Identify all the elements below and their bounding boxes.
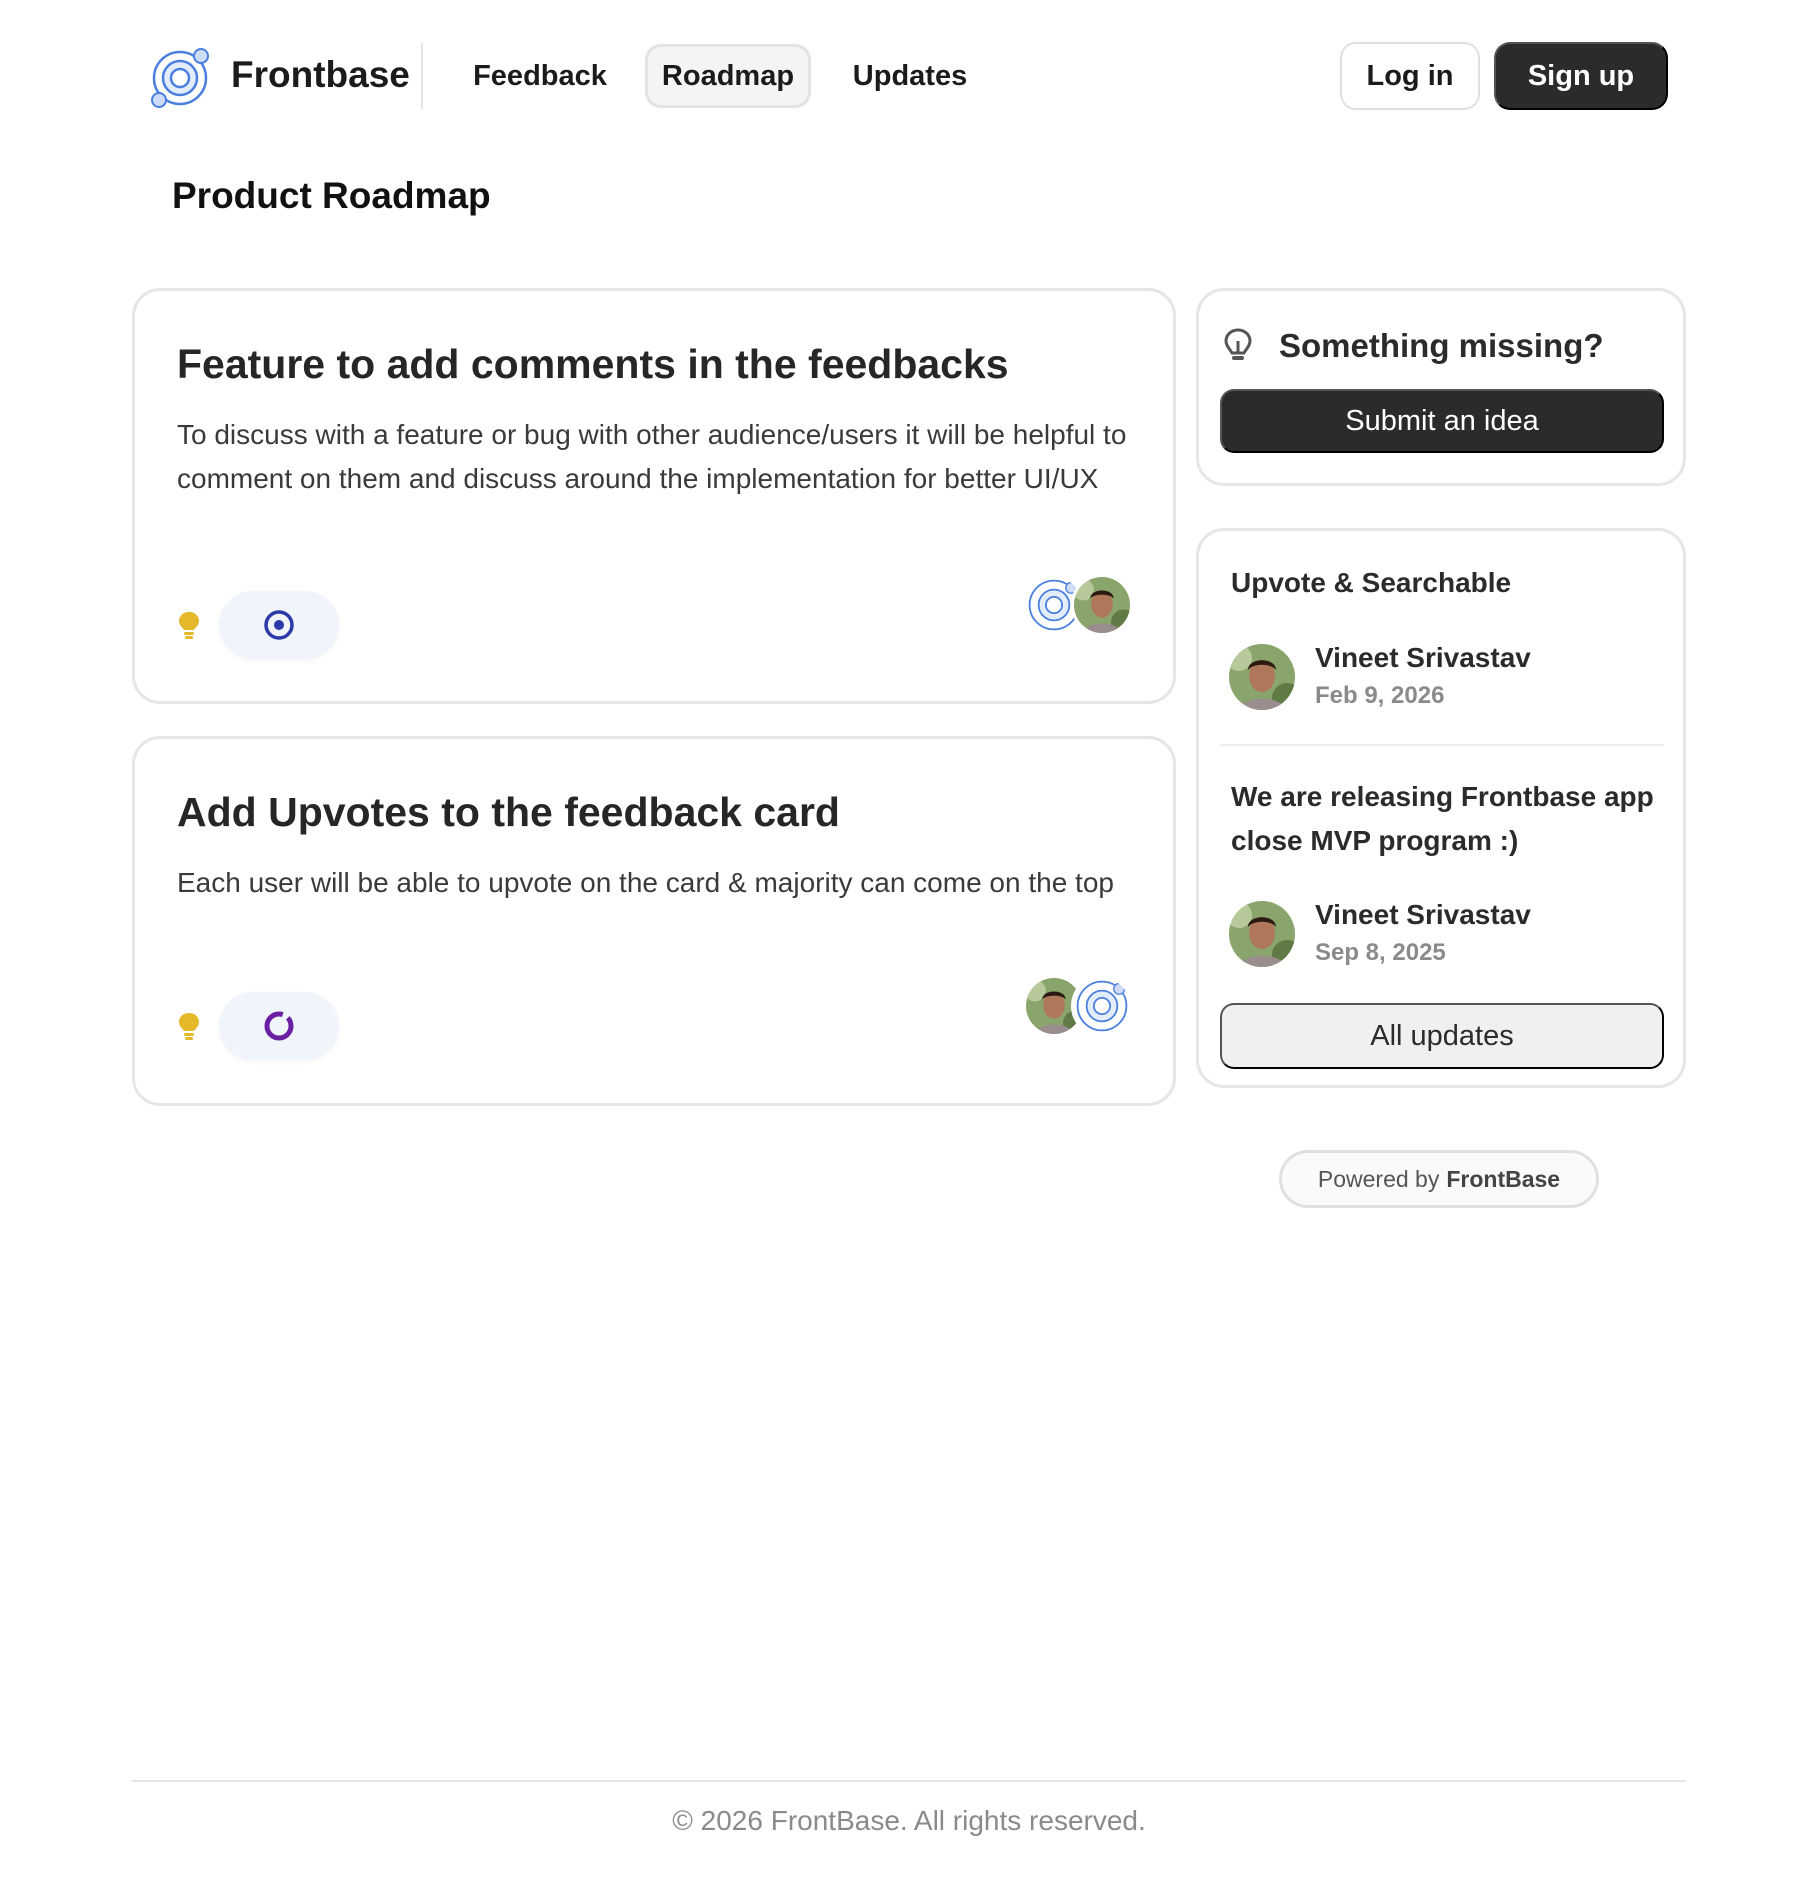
nav-roadmap[interactable]: Roadmap [645,44,811,108]
user-photo-icon [1229,901,1295,967]
powered-by-prefix: Powered by [1317,1165,1440,1192]
status-badge[interactable] [219,992,339,1060]
update-title[interactable]: Upvote & Searchable [1231,561,1671,605]
missing-row: Something missing? [1223,327,1604,365]
update-date: Feb 9, 2026 [1315,682,1445,709]
roadmap-card[interactable]: Feature to add comments in the feedbacks… [132,288,1176,704]
footer-divider [132,1780,1686,1782]
status-badge[interactable] [219,591,339,659]
roadmap-card-description: To discuss with a feature or bug with ot… [177,419,1127,494]
nav-feedback[interactable]: Feedback [455,44,625,108]
powered-by-brand: FrontBase [1446,1165,1561,1192]
contributor-avatars [1023,574,1133,636]
brand[interactable]: Frontbase [148,42,410,112]
lightbulb-icon [179,1013,199,1040]
author-name: Vineet Srivastav [1315,642,1531,673]
lightbulb-outline-icon [1224,328,1252,360]
page: Frontbase Feedback Roadmap Updates Log i… [0,0,1818,1904]
all-updates-button[interactable]: All updates [1220,1003,1664,1069]
roadmap-card-description: Each user will be able to upvote on the … [177,867,1114,898]
roadmap-card-meta [177,591,339,659]
roadmap-card[interactable]: Add Upvotes to the feedback card Each us… [132,736,1176,1106]
user-photo-icon [1229,644,1295,710]
brand-name: Frontbase [231,54,410,95]
user-photo-icon [1074,577,1130,633]
update-date: Sep 8, 2025 [1315,939,1446,966]
roadmap-card-title: Add Upvotes to the feedback card [177,789,840,835]
top-navigation: Frontbase Feedback Roadmap Updates Log i… [0,0,1818,155]
frontbase-avatar-icon [1076,980,1128,1032]
avatar [1229,901,1295,967]
signup-button[interactable]: Sign up [1494,42,1668,110]
avatar [1071,975,1133,1037]
avatar [1071,574,1133,636]
author-name: Vineet Srivastav [1315,899,1531,930]
frontbase-logo-icon [151,48,209,108]
powered-by-badge[interactable]: Powered by FrontBase [1279,1150,1599,1208]
page-title: Product Roadmap [172,175,491,216]
author-info: Vineet Srivastav Sep 8, 2025 [1315,896,1531,972]
divider [1220,744,1664,746]
lightbulb-icon [179,612,199,639]
brand-divider [421,43,423,109]
avatar [1229,644,1295,710]
roadmap-card-title: Feature to add comments in the feedbacks [177,341,1009,387]
submit-idea-panel: Something missing? Submit an idea [1196,288,1686,486]
footer-copyright: © 2026 FrontBase. All rights reserved. [672,1805,1146,1836]
target-circle-icon [264,610,294,640]
roadmap-card-meta [177,992,339,1060]
submit-idea-button[interactable]: Submit an idea [1220,389,1664,453]
in-progress-ring-icon [264,1011,294,1041]
missing-title: Something missing? [1279,327,1604,364]
nav-updates[interactable]: Updates [830,44,990,108]
update-title[interactable]: We are releasing Frontbase app close MVP… [1231,775,1671,863]
update-author: Vineet Srivastav Sep 8, 2025 [1229,896,1531,972]
update-author: Vineet Srivastav Feb 9, 2026 [1229,639,1531,715]
contributor-avatars [1023,975,1133,1037]
login-button[interactable]: Log in [1340,42,1480,110]
updates-panel: Upvote & Searchable Vineet Srivastav Feb… [1196,528,1686,1088]
author-info: Vineet Srivastav Feb 9, 2026 [1315,639,1531,715]
